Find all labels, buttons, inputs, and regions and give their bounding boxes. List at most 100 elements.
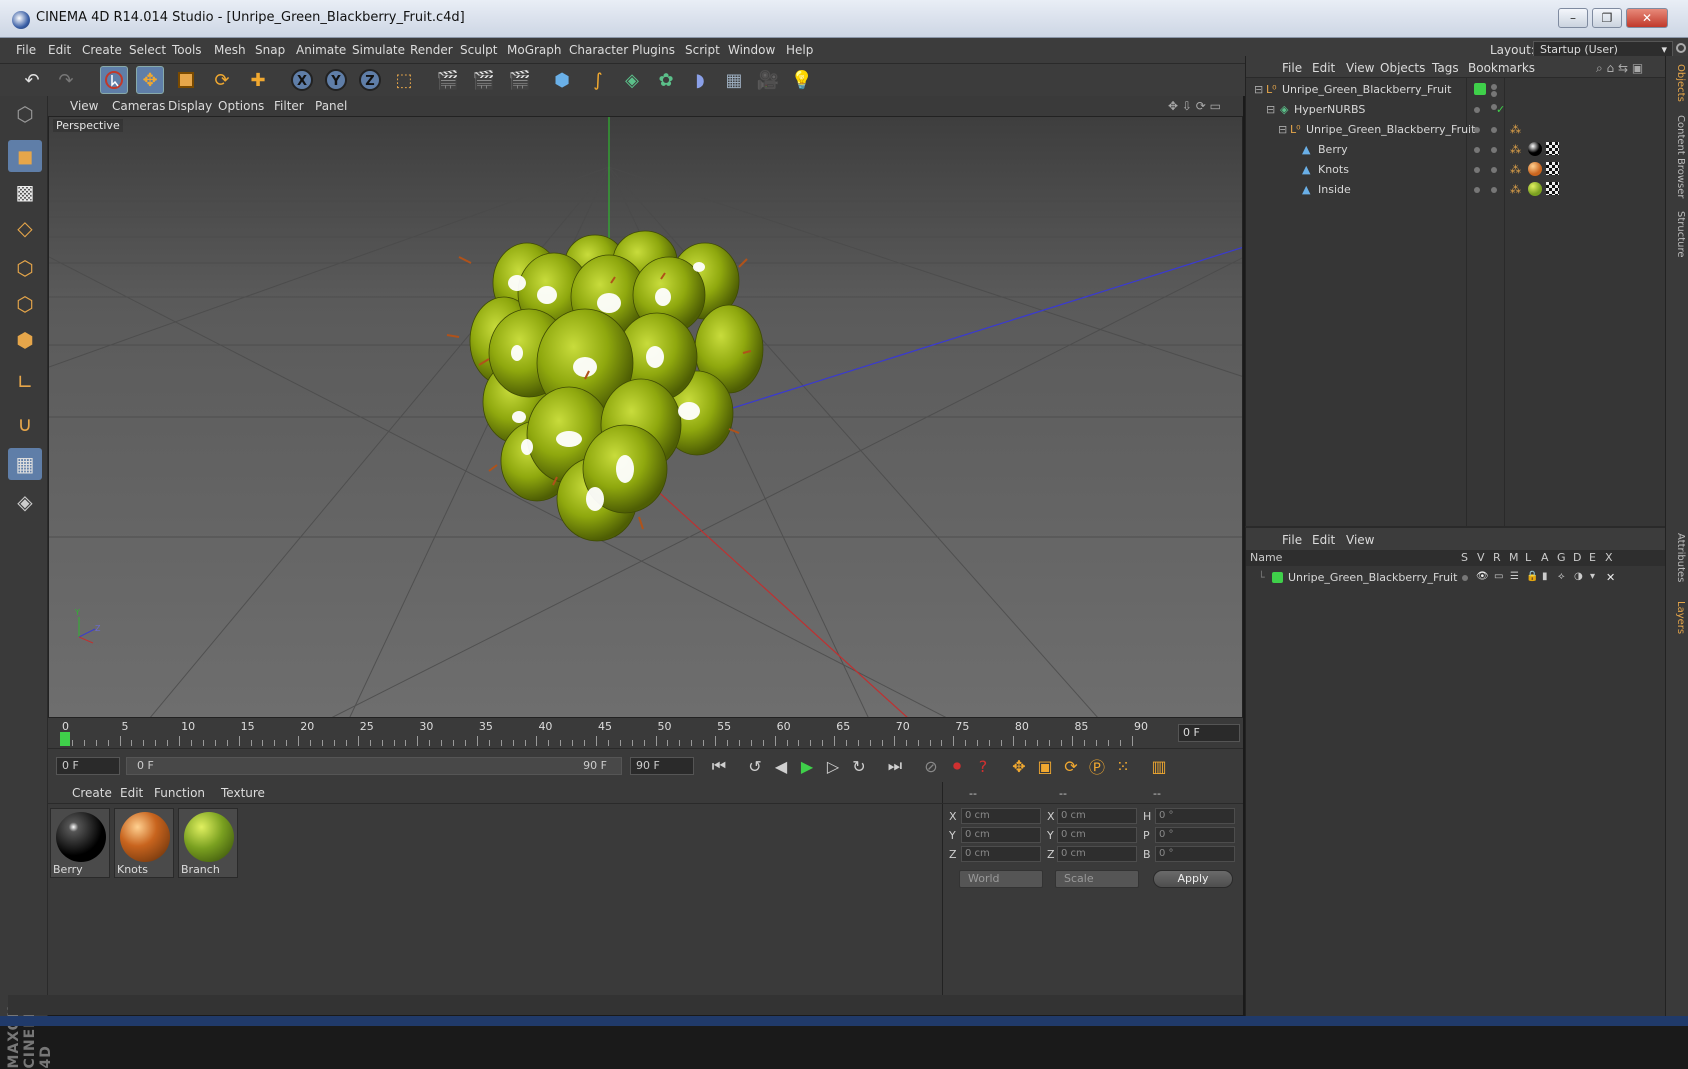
make-editable-icon[interactable]: ⬡ — [8, 98, 42, 130]
layer-render-icon[interactable]: ▭ — [1494, 571, 1503, 582]
menu-select[interactable]: Select — [129, 43, 166, 57]
redo-icon[interactable]: ↷ — [52, 66, 80, 94]
layer-row[interactable]: └ Unripe_Green_Blackberry_Fruit 👁 ▭ ☰ 🔒 … — [1246, 568, 1666, 588]
material-menu-edit[interactable]: Edit — [120, 786, 143, 800]
menu-create[interactable]: Create — [82, 43, 122, 57]
object-row[interactable]: ⊟ L⁰ Unripe_Green_Blackberry_Fruit — [1246, 80, 1666, 100]
layer-lock-icon[interactable]: 🔒 — [1526, 571, 1538, 582]
viewport-menu-display[interactable]: Display — [168, 99, 212, 113]
end-frame-field[interactable]: 90 F — [630, 757, 694, 775]
layer-solo-toggle[interactable] — [1462, 575, 1468, 581]
menu-plugins[interactable]: Plugins — [632, 43, 675, 57]
expand-icon[interactable]: ⊟ — [1266, 103, 1275, 116]
menu-edit[interactable]: Edit — [48, 43, 71, 57]
apply-button[interactable]: Apply — [1153, 870, 1233, 888]
material-swatch-branch[interactable]: Branch — [178, 808, 238, 878]
tab-objects[interactable]: Objects — [1668, 58, 1686, 108]
key-scale-icon[interactable]: ▣ — [1032, 754, 1058, 778]
move-icon[interactable]: ✥ — [136, 66, 164, 94]
model-mode-icon[interactable]: ◼ — [8, 140, 42, 172]
phong-tag-icon[interactable]: ⁂ — [1510, 183, 1521, 196]
phong-tag-icon[interactable]: ⁂ — [1510, 163, 1521, 176]
object-row[interactable]: ⊟ ◈ HyperNURBS ✓ — [1246, 100, 1666, 120]
playhead-marker[interactable] — [60, 732, 70, 746]
object-menu-view[interactable]: View — [1346, 61, 1374, 75]
material-menu-create[interactable]: Create — [72, 786, 112, 800]
menu-window[interactable]: Window — [728, 43, 775, 57]
uvw-tag-icon[interactable] — [1546, 142, 1559, 155]
texture-mode-icon[interactable]: ▩ — [8, 176, 42, 208]
rotation-p-field[interactable]: 0 ° — [1155, 827, 1235, 843]
start-frame-field[interactable]: 0 F — [56, 757, 120, 775]
position-y-field[interactable]: 0 cm — [961, 827, 1041, 843]
layer-manager-icon[interactable]: ☰ — [1510, 571, 1519, 582]
visibility-dot[interactable] — [1474, 147, 1480, 153]
phong-tag-icon[interactable]: ⁂ — [1510, 143, 1521, 156]
visibility-dot[interactable] — [1474, 127, 1480, 133]
undo-icon[interactable]: ↶ — [18, 66, 46, 94]
material-tag-branch-icon[interactable] — [1528, 182, 1542, 196]
perspective-viewport[interactable]: Perspective Y Z — [48, 116, 1243, 718]
scale-icon[interactable] — [172, 66, 200, 94]
workplane-mode-icon[interactable]: ◇ — [8, 212, 42, 244]
viewport-menu-options[interactable]: Options — [218, 99, 264, 113]
coordinate-system-icon[interactable]: ⬚ — [390, 66, 418, 94]
timeline-window-icon[interactable]: ▥ — [1146, 754, 1172, 778]
autokey-icon[interactable]: ⏺ — [944, 754, 970, 778]
light-icon[interactable]: 💡 — [788, 66, 816, 94]
prev-key-icon[interactable]: ↺ — [742, 754, 768, 778]
object-menu-bookmarks[interactable]: Bookmarks — [1468, 61, 1535, 75]
size-x-field[interactable]: 0 cm — [1057, 808, 1137, 824]
workplane-lock-icon[interactable]: ▦ — [8, 448, 42, 480]
snapping-magnet-icon[interactable]: ∪ — [8, 408, 42, 440]
layer-visible-icon[interactable]: 👁 — [1476, 571, 1489, 582]
keyframe-selection-icon[interactable]: ? — [970, 754, 996, 778]
goto-end-icon[interactable]: ⏭ — [882, 754, 908, 778]
play-icon[interactable]: ▶ — [794, 754, 820, 778]
menu-snap[interactable]: Snap — [255, 43, 285, 57]
goto-start-icon[interactable]: ⏮ — [706, 754, 732, 778]
restore-button[interactable]: ❐ — [1592, 8, 1622, 28]
size-z-field[interactable]: 0 cm — [1057, 846, 1137, 862]
material-menu-texture[interactable]: Texture — [221, 786, 265, 800]
viewport-menu-view[interactable]: View — [70, 99, 98, 113]
close-button[interactable]: ✕ — [1626, 8, 1668, 28]
y-axis-lock-icon[interactable]: Y — [322, 66, 350, 94]
render-dot[interactable] — [1491, 187, 1497, 193]
rotation-b-field[interactable]: 0 ° — [1155, 846, 1235, 862]
layer-generator-icon[interactable]: ⟡ — [1558, 571, 1565, 582]
object-row[interactable]: ▲ Knots ⁂ — [1246, 160, 1666, 180]
menu-render[interactable]: Render — [410, 43, 453, 57]
object-menu-tags[interactable]: Tags — [1432, 61, 1459, 75]
layer-xref-icon[interactable]: ✕ — [1606, 571, 1615, 584]
nurbs-icon[interactable]: ◈ — [618, 66, 646, 94]
viewport-menu-cameras[interactable]: Cameras — [112, 99, 165, 113]
visibility-dot[interactable] — [1474, 167, 1480, 173]
menu-mesh[interactable]: Mesh — [214, 43, 246, 57]
polygons-mode-icon[interactable]: ⬢ — [8, 324, 42, 356]
object-menu-file[interactable]: File — [1282, 61, 1302, 75]
position-z-field[interactable]: 0 cm — [961, 846, 1041, 862]
render-picture-viewer-icon[interactable]: 🎬 — [470, 66, 498, 94]
rotate-icon[interactable]: ⟳ — [208, 66, 236, 94]
object-menu-edit[interactable]: Edit — [1312, 61, 1335, 75]
render-dot[interactable] — [1491, 91, 1497, 97]
search-icon[interactable] — [1676, 43, 1686, 53]
object-menu-objects[interactable]: Objects — [1380, 61, 1425, 75]
x-axis-lock-icon[interactable]: X — [288, 66, 316, 94]
object-nav-icons[interactable]: ⌕ ⌂ ⇆ ▣ — [1596, 61, 1643, 76]
live-selection-icon[interactable] — [100, 66, 128, 94]
visibility-dot[interactable] — [1474, 107, 1480, 113]
range-slider[interactable]: 0 F 90 F — [126, 757, 622, 775]
render-dot[interactable] — [1491, 147, 1497, 153]
floor-icon[interactable]: ▦ — [720, 66, 748, 94]
coord-space-dropdown[interactable]: World — [959, 870, 1043, 888]
tab-attributes[interactable]: Attributes — [1668, 528, 1686, 588]
layer-color-swatch[interactable] — [1272, 572, 1283, 583]
menu-animate[interactable]: Animate — [296, 43, 346, 57]
layer-animation-icon[interactable]: ▮ — [1542, 571, 1548, 582]
expand-icon[interactable]: ⊟ — [1254, 83, 1263, 96]
menu-simulate[interactable]: Simulate — [352, 43, 405, 57]
minimize-button[interactable]: – — [1558, 8, 1588, 28]
next-key-icon[interactable]: ↻ — [846, 754, 872, 778]
